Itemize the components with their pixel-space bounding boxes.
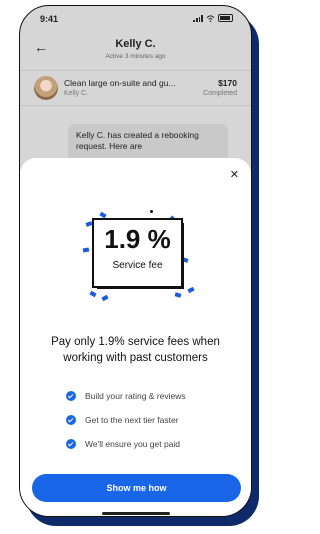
headline-line-2: working with past customers <box>63 352 208 364</box>
check-circle-icon <box>66 391 76 401</box>
list-item: Build your rating & reviews <box>66 384 186 408</box>
fee-card: 1.9 % Service fee <box>92 218 183 288</box>
check-circle-icon <box>66 439 76 449</box>
list-item: We'll ensure you get paid <box>66 432 186 456</box>
fee-percent: 1.9 % <box>104 224 171 254</box>
contact-status: Active 3 minutes ago <box>105 53 166 60</box>
home-indicator <box>102 512 170 515</box>
status-time: 9:41 <box>40 14 59 24</box>
service-fee-modal: ✕ 1.9 % Service fee Pay only 1.9% servic… <box>20 158 251 516</box>
show-me-how-button[interactable]: Show me how <box>32 474 241 502</box>
check-circle-icon <box>66 415 76 425</box>
chat-message: Kelly C. has created a rebooking request… <box>76 130 199 151</box>
benefit-text: Build your rating & reviews <box>85 391 186 401</box>
fee-label: Service fee <box>112 260 163 271</box>
signal-icon <box>193 14 203 22</box>
chat-header: ← Kelly C. Active 3 minutes ago <box>20 32 251 68</box>
status-bar: 9:41 <box>20 6 251 32</box>
job-title: Clean large on-suite and gu... <box>64 78 176 88</box>
modal-headline: Pay only 1.9% service fees when working … <box>20 334 251 366</box>
close-icon[interactable]: ✕ <box>230 168 239 181</box>
wifi-icon <box>206 14 215 22</box>
phone-frame: 9:41 ← Kelly C. Active 3 minutes ago Cle… <box>19 5 252 517</box>
job-status: Completed <box>203 90 237 97</box>
headline-line-1: Pay only 1.9% service fees when <box>51 336 220 348</box>
benefit-text: We'll ensure you get paid <box>85 439 181 449</box>
benefits-list: Build your rating & reviews Get to the n… <box>66 384 186 456</box>
status-icons <box>193 14 233 22</box>
job-summary-row[interactable]: Clean large on-suite and gu... $170 Kell… <box>20 70 251 106</box>
avatar <box>34 76 58 100</box>
service-fee-illustration: 1.9 % Service fee <box>20 198 251 302</box>
benefit-text: Get to the next tier faster <box>85 415 179 425</box>
job-customer: Kelly C. <box>64 90 89 97</box>
job-price: $170 <box>218 78 237 88</box>
battery-icon <box>218 14 233 22</box>
list-item: Get to the next tier faster <box>66 408 186 432</box>
contact-name: Kelly C. <box>115 38 156 50</box>
